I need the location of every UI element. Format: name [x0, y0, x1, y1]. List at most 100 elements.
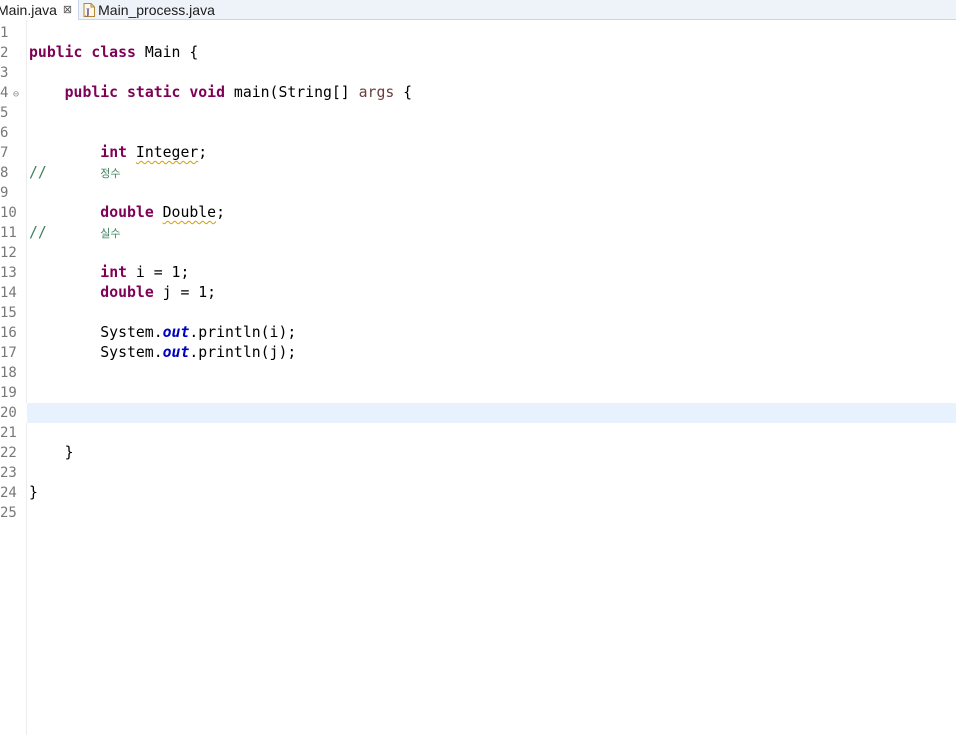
- tab-main-java[interactable]: Main.java ⊠: [0, 0, 80, 20]
- token: .println(i);: [189, 324, 297, 341]
- svg-text:J: J: [85, 7, 90, 17]
- token-ko: 실수: [100, 227, 121, 240]
- line-number: 25: [0, 505, 17, 521]
- line-number: 12: [0, 245, 17, 261]
- gutter-cell: 8: [0, 163, 27, 183]
- gutter-cell: 17: [0, 343, 27, 363]
- code-line[interactable]: 2 public class Main {: [0, 43, 956, 63]
- line-number: 6: [0, 125, 9, 141]
- line-number: 14: [0, 285, 17, 301]
- code-line[interactable]: 20: [0, 403, 956, 423]
- line-number: 5: [0, 105, 9, 121]
- gutter-cell: 5: [0, 103, 27, 123]
- line-number: 19: [0, 385, 17, 401]
- line-number: 17: [0, 345, 17, 361]
- line-number: 24: [0, 485, 17, 501]
- gutter-cell: 25: [0, 503, 27, 523]
- line-number: 2: [0, 45, 9, 61]
- fold-collapse-icon[interactable]: ⊖: [13, 85, 19, 105]
- code-line[interactable]: 25: [0, 503, 956, 523]
- code-line[interactable]: 12: [0, 243, 956, 263]
- token-warn: Double: [162, 204, 217, 221]
- token: System.: [29, 324, 163, 341]
- token: ;: [216, 204, 226, 221]
- code-line[interactable]: 10 double Double;: [0, 203, 956, 223]
- token-kw: int: [100, 264, 136, 281]
- tab-main-process-java[interactable]: J Main_process.java: [79, 0, 221, 20]
- line-number: 22: [0, 445, 17, 461]
- gutter-cell: 24: [0, 483, 27, 503]
- code-line[interactable]: 5: [0, 103, 956, 123]
- line-number: 15: [0, 305, 17, 321]
- code-text: int Integer;: [29, 143, 207, 163]
- gutter-cell: 22: [0, 443, 27, 463]
- code-line[interactable]: 17 System.out.println(j);: [0, 343, 956, 363]
- line-number: 11: [0, 225, 17, 241]
- code-editor[interactable]: 1 2 public class Main {3 4 ⊖ public static v…: [0, 20, 956, 735]
- code-line[interactable]: 23: [0, 463, 956, 483]
- gutter-cell: 1: [0, 23, 27, 43]
- token: }: [29, 484, 38, 501]
- tab-label: Main_process.java: [98, 2, 215, 18]
- gutter-cell: 20: [0, 403, 27, 423]
- gutter-cell: 14: [0, 283, 27, 303]
- line-number: 3: [0, 65, 9, 81]
- code-line[interactable]: 8 // 정수: [0, 163, 956, 183]
- code-line[interactable]: 18: [0, 363, 956, 383]
- token-cm: //: [29, 224, 101, 241]
- code-text: // 정수: [29, 163, 121, 184]
- line-number: 8: [0, 165, 9, 181]
- code-text: // 실수: [29, 223, 121, 244]
- token: ;: [198, 144, 208, 161]
- token-param: args: [358, 84, 395, 101]
- code-line[interactable]: 9: [0, 183, 956, 203]
- gutter-cell: 4 ⊖: [0, 83, 27, 103]
- token: main(String[]: [233, 84, 359, 101]
- close-icon[interactable]: ⊠: [63, 4, 72, 16]
- line-number: 18: [0, 365, 17, 381]
- code-line[interactable]: 19: [0, 383, 956, 403]
- code-line[interactable]: 16 System.out.println(i);: [0, 323, 956, 343]
- code-line[interactable]: 3: [0, 63, 956, 83]
- code-text: int i = 1;: [29, 263, 189, 283]
- token: Main {: [144, 44, 199, 61]
- token-warn: Integer: [135, 144, 199, 161]
- code-line[interactable]: 1: [0, 23, 956, 43]
- code-line[interactable]: 21: [0, 423, 956, 443]
- line-number: 23: [0, 465, 17, 481]
- gutter-cell: 10: [0, 203, 27, 223]
- code-line[interactable]: 7 int Integer;: [0, 143, 956, 163]
- code-text: double j = 1;: [29, 283, 216, 303]
- token: .println(j);: [189, 344, 297, 361]
- code-text: System.out.println(j);: [29, 343, 296, 363]
- gutter-cell: 9: [0, 183, 27, 203]
- code-line[interactable]: 14 double j = 1;: [0, 283, 956, 303]
- line-number: 20: [0, 405, 17, 421]
- gutter-cell: 23: [0, 463, 27, 483]
- line-number: 7: [0, 145, 9, 161]
- gutter-cell: 11: [0, 223, 27, 243]
- gutter-cell: 21: [0, 423, 27, 443]
- gutter-cell: 7: [0, 143, 27, 163]
- line-number: 4: [0, 85, 9, 101]
- token-cm: //: [29, 164, 101, 181]
- token: j = 1;: [162, 284, 217, 301]
- code-line[interactable]: 6: [0, 123, 956, 143]
- code-line[interactable]: 11 // 실수: [0, 223, 956, 243]
- gutter-cell: 16: [0, 323, 27, 343]
- code-line[interactable]: 4 ⊖ public static void main(String[] args…: [0, 83, 956, 103]
- token-kw: public class: [29, 44, 145, 61]
- code-line[interactable]: 24}: [0, 483, 956, 503]
- token-kw: int: [100, 144, 136, 161]
- line-number: 16: [0, 325, 17, 341]
- code-line[interactable]: 15: [0, 303, 956, 323]
- token-kw: public static void: [64, 84, 234, 101]
- tab-label: Main.java: [0, 2, 57, 18]
- token: i = 1;: [135, 264, 190, 281]
- code-line[interactable]: 13 int i = 1;: [0, 263, 956, 283]
- code-line[interactable]: 22 }: [0, 443, 956, 463]
